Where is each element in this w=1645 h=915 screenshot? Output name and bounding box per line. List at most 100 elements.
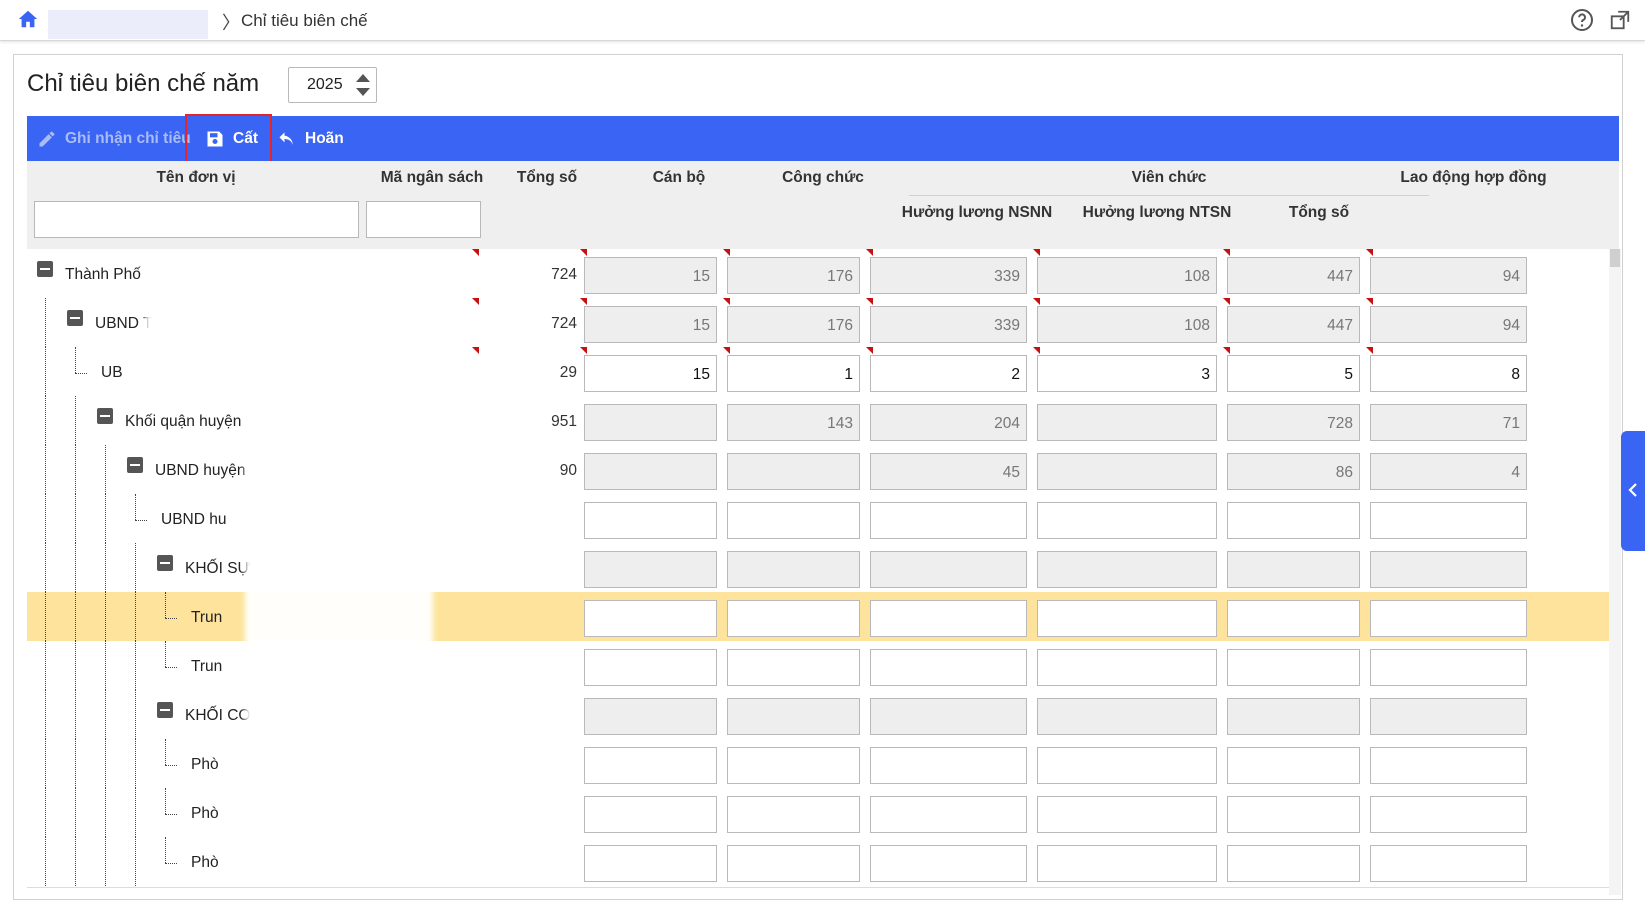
year-down-icon[interactable] (356, 88, 370, 96)
year-up-icon[interactable] (356, 74, 370, 82)
tree-guide-line (135, 543, 136, 592)
cell-vc-total: 728 (1227, 404, 1360, 441)
cell-vc-total[interactable] (1227, 649, 1360, 686)
table-row[interactable]: Khối quận huyện 951 143 204 728 71 (27, 396, 1609, 447)
cell-vc-ntsn[interactable] (1037, 796, 1217, 833)
popout-icon[interactable] (1609, 9, 1631, 31)
cell-vc-total[interactable]: 5 (1227, 355, 1360, 392)
side-panel-toggle[interactable] (1621, 431, 1645, 551)
cell-can-bo[interactable] (584, 502, 717, 539)
tree-guide-line (75, 788, 76, 837)
tree-guide-line (45, 445, 46, 494)
col-total[interactable]: Tổng số (497, 169, 597, 187)
cell-vc-nsnn: 204 (870, 404, 1027, 441)
cell-cong-chuc[interactable] (727, 796, 860, 833)
unit-filter-input[interactable] (34, 201, 359, 238)
tree-guide-line (75, 445, 76, 494)
cell-can-bo[interactable] (584, 796, 717, 833)
cell-vc-ntsn[interactable] (1037, 845, 1217, 882)
cell-vc-total[interactable] (1227, 502, 1360, 539)
cell-lao-dong[interactable] (1370, 796, 1527, 833)
vertical-scrollbar[interactable] (1609, 249, 1621, 895)
col-lao-dong[interactable]: Lao động hợp đồng (1391, 169, 1556, 187)
cell-cong-chuc[interactable] (727, 845, 860, 882)
breadcrumb-parent-redacted[interactable] (48, 10, 208, 39)
tree-guide-line (45, 543, 46, 592)
cell-vc-nsnn[interactable] (870, 600, 1027, 637)
undo-button[interactable]: Hoãn (277, 116, 344, 161)
unit-name: Phò (191, 854, 219, 871)
tree-guide-line (45, 788, 46, 837)
collapse-toggle-icon[interactable] (127, 457, 143, 473)
collapse-toggle-icon[interactable] (67, 310, 83, 326)
comment-marker-icon (1033, 298, 1040, 305)
col-cong-chuc[interactable]: Công chức (751, 169, 895, 187)
cell-vc-ntsn[interactable] (1037, 649, 1217, 686)
budget-code-filter-input[interactable] (366, 201, 481, 238)
cell-vc-nsnn[interactable] (870, 796, 1027, 833)
collapse-toggle-icon[interactable] (157, 702, 173, 718)
help-icon[interactable] (1570, 8, 1594, 32)
col-vc-ntsn[interactable]: Hưởng lương NTSN (1067, 204, 1247, 222)
tree-guide-line (45, 347, 46, 396)
collapse-toggle-icon[interactable] (37, 261, 53, 277)
cell-can-bo[interactable] (584, 747, 717, 784)
record-target-button[interactable]: Ghi nhận chỉ tiêu (37, 116, 191, 161)
tree-guide-line (135, 690, 136, 739)
cell-lao-dong[interactable] (1370, 649, 1527, 686)
cell-lao-dong[interactable] (1370, 600, 1527, 637)
cell-vc-ntsn[interactable]: 3 (1037, 355, 1217, 392)
cell-cong-chuc[interactable]: 1 (727, 355, 860, 392)
year-stepper[interactable]: 2025 (288, 67, 377, 103)
cell-vc-ntsn[interactable] (1037, 600, 1217, 637)
comment-marker-icon (1033, 249, 1040, 256)
tree-guide-line (75, 641, 76, 690)
cell-vc-nsnn[interactable] (870, 845, 1027, 882)
cell-cong-chuc[interactable] (727, 502, 860, 539)
row-total: 90 (559, 462, 577, 479)
comment-marker-icon (472, 249, 479, 256)
cell-vc-total (1227, 551, 1360, 588)
cell-vc-ntsn[interactable] (1037, 502, 1217, 539)
cell-lao-dong[interactable] (1370, 747, 1527, 784)
cell-vc-total[interactable] (1227, 747, 1360, 784)
cell-cong-chuc[interactable] (727, 649, 860, 686)
save-button[interactable]: Cất (185, 114, 272, 163)
cell-can-bo[interactable] (584, 649, 717, 686)
col-budget-code[interactable]: Mã ngân sách (367, 169, 497, 187)
cell-lao-dong[interactable] (1370, 845, 1527, 882)
comment-marker-icon (1223, 347, 1230, 354)
cell-vc-nsnn[interactable] (870, 747, 1027, 784)
cell-vc-total[interactable] (1227, 796, 1360, 833)
cell-vc-nsnn[interactable] (870, 649, 1027, 686)
cell-can-bo[interactable]: 15 (584, 355, 717, 392)
tree-guide-line (135, 837, 136, 886)
year-value[interactable]: 2025 (307, 76, 343, 94)
cell-vc-total: 447 (1227, 257, 1360, 294)
cell-cong-chuc[interactable] (727, 600, 860, 637)
scrollbar-thumb[interactable] (1610, 249, 1620, 267)
cell-can-bo[interactable] (584, 600, 717, 637)
cell-cong-chuc (727, 551, 860, 588)
cell-vc-total[interactable] (1227, 600, 1360, 637)
cell-can-bo (584, 551, 717, 588)
cell-lao-dong[interactable]: 8 (1370, 355, 1527, 392)
tree-guide-line (105, 739, 106, 788)
cell-vc-nsnn[interactable]: 2 (870, 355, 1027, 392)
col-vc-total[interactable]: Tổng số (1247, 204, 1391, 222)
tree-guide-line (135, 739, 136, 788)
cell-vc-total[interactable] (1227, 845, 1360, 882)
col-can-bo[interactable]: Cán bộ (607, 169, 751, 187)
collapse-toggle-icon[interactable] (157, 555, 173, 571)
cell-lao-dong[interactable] (1370, 502, 1527, 539)
col-unit-name[interactable]: Tên đơn vị (27, 169, 365, 187)
home-icon[interactable] (17, 8, 39, 30)
cell-vc-ntsn[interactable] (1037, 747, 1217, 784)
cell-vc-nsnn[interactable] (870, 502, 1027, 539)
col-vc-nsnn[interactable]: Hưởng lương NSNN (897, 204, 1057, 222)
cell-can-bo[interactable] (584, 845, 717, 882)
comment-marker-icon (723, 347, 730, 354)
collapse-toggle-icon[interactable] (97, 408, 113, 424)
tree-guide-line (135, 592, 136, 641)
cell-cong-chuc[interactable] (727, 747, 860, 784)
